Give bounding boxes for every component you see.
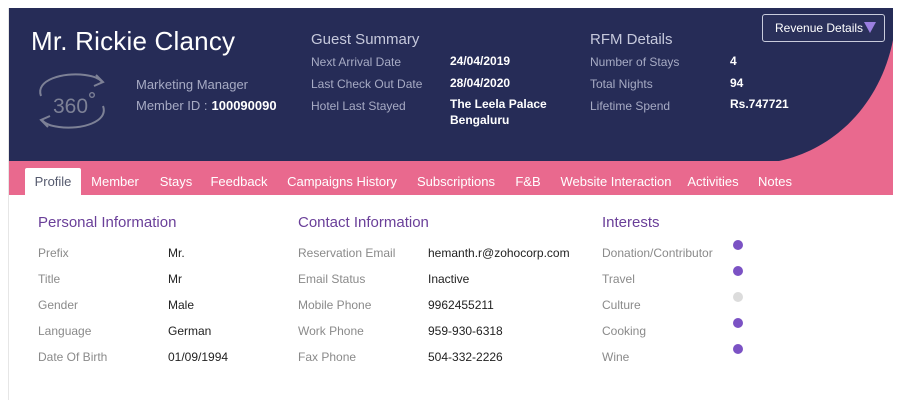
title-value: Mr xyxy=(168,272,182,286)
hotel-last-stayed-value: The Leela Palace xyxy=(450,97,547,111)
language-label: Language xyxy=(38,324,92,338)
interest-label-cooking: Cooking xyxy=(602,324,647,338)
email-status-label: Email Status xyxy=(298,272,366,286)
interest-indicator-wine xyxy=(733,344,743,354)
interest-indicator-donation xyxy=(733,240,743,250)
number-of-stays-value: 4 xyxy=(730,54,737,68)
tab-campaigns-history[interactable]: Campaigns History xyxy=(283,168,401,195)
title-label: Title xyxy=(38,272,61,286)
date-of-birth-label: Date Of Birth xyxy=(38,350,108,364)
guest-summary-title: Guest Summary xyxy=(311,31,420,48)
tab-notes[interactable]: Notes xyxy=(751,168,799,195)
member-id-label: Member ID : xyxy=(136,98,208,113)
gender-label: Gender xyxy=(38,298,79,312)
tab-member[interactable]: Member xyxy=(85,168,145,195)
total-nights-value: 94 xyxy=(730,76,744,90)
interest-label-wine: Wine xyxy=(602,350,630,364)
next-arrival-value: 24/04/2019 xyxy=(450,54,511,68)
next-arrival-label: Next Arrival Date xyxy=(311,55,402,69)
tab-activities[interactable]: Activities xyxy=(681,168,745,195)
job-title: Marketing Manager xyxy=(136,77,248,92)
svg-text:360: 360 xyxy=(53,95,88,118)
date-of-birth-value: 01/09/1994 xyxy=(168,350,229,364)
fax-phone-value: 504-332-2226 xyxy=(428,350,503,364)
member-id-line: Member ID :100090090 xyxy=(136,98,277,113)
mobile-phone-label: Mobile Phone xyxy=(298,298,372,312)
revenue-details-button[interactable]: Revenue Details xyxy=(762,14,885,42)
reservation-email-value: hemanth.r@zohocorp.com xyxy=(428,246,570,260)
language-value: German xyxy=(168,324,212,338)
prefix-value: Mr. xyxy=(168,246,185,260)
tab-stays[interactable]: Stays xyxy=(153,168,199,195)
360-view-icon: 360 xyxy=(39,73,105,129)
tab-profile[interactable]: Profile xyxy=(25,168,81,195)
last-checkout-value: 28/04/2020 xyxy=(450,76,511,90)
guest-profile-card: Mr. Rickie Clancy 360 Marketing Manager … xyxy=(8,8,893,400)
profile-tabs: Profile Member Stays Feedback Campaigns … xyxy=(9,161,893,195)
tab-feedback[interactable]: Feedback xyxy=(205,168,273,195)
guest-name: Mr. Rickie Clancy xyxy=(31,26,236,56)
email-status-value: Inactive xyxy=(428,272,470,286)
fax-phone-label: Fax Phone xyxy=(298,350,357,364)
interest-label-culture: Culture xyxy=(602,298,641,312)
work-phone-value: 959-930-6318 xyxy=(428,324,503,338)
interest-indicator-cooking xyxy=(733,318,743,328)
total-nights-label: Total Nights xyxy=(590,77,653,91)
number-of-stays-label: Number of Stays xyxy=(590,55,680,69)
interest-label-travel: Travel xyxy=(602,272,635,286)
work-phone-label: Work Phone xyxy=(298,324,364,338)
interest-indicator-culture xyxy=(733,292,743,302)
triangle-down-icon xyxy=(864,22,876,33)
personal-information-title: Personal Information xyxy=(38,214,177,231)
tab-subscriptions[interactable]: Subscriptions xyxy=(409,168,503,195)
interest-indicator-travel xyxy=(733,266,743,276)
interests-title: Interests xyxy=(602,214,660,231)
gender-value: Male xyxy=(168,298,195,312)
lifetime-spend-value: Rs.747721 xyxy=(730,97,789,111)
tab-fnb[interactable]: F&B xyxy=(509,168,547,195)
tab-website-interaction[interactable]: Website Interaction xyxy=(553,168,679,195)
mobile-phone-value: 9962455211 xyxy=(428,298,494,312)
hotel-last-stayed-city: Bengaluru xyxy=(450,113,510,127)
member-id-value: 100090090 xyxy=(211,98,277,113)
hotel-last-stayed-label: Hotel Last Stayed xyxy=(311,99,406,113)
revenue-details-label: Revenue Details xyxy=(775,21,864,35)
reservation-email-label: Reservation Email xyxy=(298,246,396,260)
contact-information-title: Contact Information xyxy=(298,214,429,231)
last-checkout-label: Last Check Out Date xyxy=(311,77,423,91)
prefix-label: Prefix xyxy=(38,246,69,260)
lifetime-spend-label: Lifetime Spend xyxy=(590,99,671,113)
rfm-title: RFM Details xyxy=(590,31,673,48)
profile-header: Mr. Rickie Clancy 360 Marketing Manager … xyxy=(9,8,893,161)
interest-label-donation: Donation/Contributor xyxy=(602,246,713,260)
